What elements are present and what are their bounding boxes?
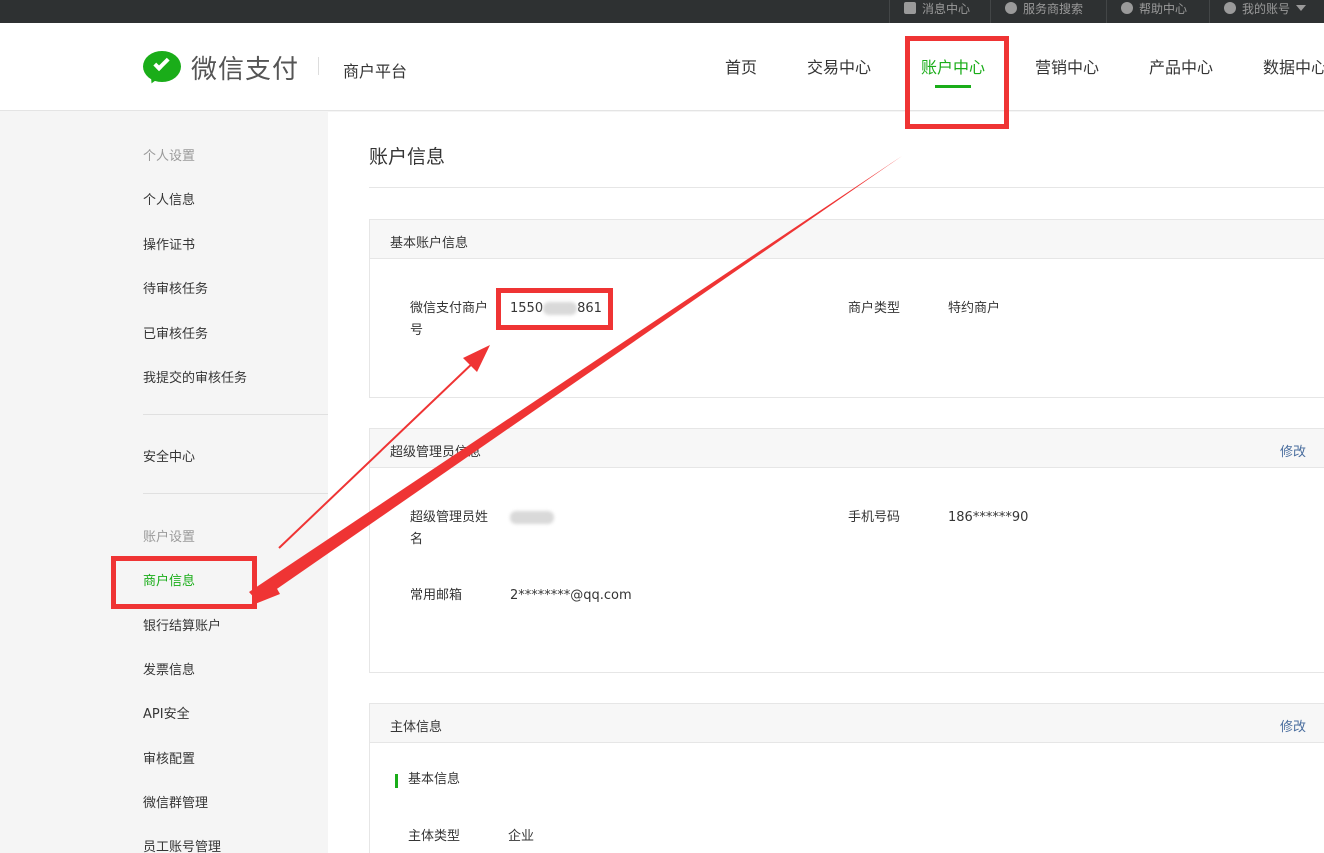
chevron-down-icon	[1296, 5, 1307, 11]
entity-type-label: 主体类型	[408, 829, 461, 844]
sidebar-divider	[143, 414, 328, 415]
entity-info-card: 主体信息 修改 基本信息 主体类型 企业	[369, 703, 1324, 853]
mail-icon	[904, 2, 916, 14]
card-header: 主体信息 修改	[370, 704, 1324, 743]
super-admin-card: 超级管理员信息 修改 超级管理员姓名 手机号码 186******90 常用邮箱…	[369, 428, 1324, 673]
sidebar-item-security[interactable]: 安全中心	[143, 446, 195, 465]
page-title: 账户信息	[369, 146, 446, 168]
merchant-id-label: 微信支付商户号	[410, 301, 489, 338]
message-center-link[interactable]: 消息中心	[889, 0, 984, 23]
wechat-pay-logo[interactable]: 微信支付	[143, 49, 299, 86]
nav-transactions[interactable]: 交易中心	[807, 54, 871, 78]
annotation-box-merchant-id	[496, 288, 613, 330]
phone-value: 186******90	[948, 510, 1029, 525]
sidebar-divider	[143, 493, 328, 494]
basic-info-subheader: 基本信息	[408, 772, 461, 787]
nav-data[interactable]: 数据中心	[1263, 54, 1324, 78]
message-center-label: 消息中心	[922, 1, 971, 16]
main-content: 账户信息 基本账户信息 微信支付商户号 1550 861 商户类型 特约商户 超级…	[328, 112, 1324, 853]
sidebar-item-pending-review[interactable]: 待审核任务	[143, 278, 208, 297]
nav-marketing[interactable]: 营销中心	[1035, 54, 1099, 78]
merchant-type-value: 特约商户	[948, 301, 1001, 316]
sidebar-item-wechat-groups[interactable]: 微信群管理	[143, 792, 208, 811]
wechat-pay-icon	[143, 50, 181, 85]
merchant-type-label: 商户类型	[848, 301, 901, 316]
entity-type-value: 企业	[508, 829, 535, 844]
card-header: 基本账户信息	[370, 220, 1324, 259]
top-utility-bar: 消息中心 服务商搜索 帮助中心 我的账号	[0, 0, 1324, 23]
logo-divider	[318, 57, 319, 75]
sidebar-item-api-security[interactable]: API安全	[143, 703, 190, 722]
provider-icon	[1005, 2, 1017, 14]
edit-entity-link[interactable]: 修改	[1280, 716, 1306, 735]
card-header: 超级管理员信息 修改	[370, 429, 1324, 468]
platform-name: 商户平台	[343, 62, 408, 81]
user-icon	[1224, 2, 1236, 14]
phone-label: 手机号码	[848, 510, 901, 525]
help-center-label: 帮助中心	[1139, 1, 1188, 16]
redacted-mask	[510, 511, 554, 524]
email-label: 常用邮箱	[410, 588, 463, 603]
help-center-link[interactable]: 帮助中心	[1106, 0, 1201, 23]
edit-admin-link[interactable]: 修改	[1280, 441, 1306, 460]
sidebar-item-certificate[interactable]: 操作证书	[143, 234, 195, 253]
sidebar-group-personal: 个人设置	[143, 149, 196, 164]
card-title: 主体信息	[390, 720, 443, 735]
admin-name-label: 超级管理员姓名	[410, 510, 489, 547]
sidebar-item-invoice[interactable]: 发票信息	[143, 659, 195, 678]
sidebar-group-account: 账户设置	[143, 530, 196, 545]
title-divider	[369, 187, 1324, 188]
admin-name-value	[510, 507, 554, 529]
nav-products[interactable]: 产品中心	[1149, 54, 1213, 78]
sidebar-item-reviewed[interactable]: 已审核任务	[143, 323, 208, 342]
annotation-box-merchant-info	[111, 556, 257, 609]
email-value: 2********@qq.com	[510, 588, 632, 603]
card-title: 超级管理员信息	[390, 445, 482, 460]
annotation-box-account-center	[905, 36, 1009, 129]
sidebar	[0, 112, 328, 853]
my-account-menu[interactable]: 我的账号	[1209, 0, 1320, 23]
sidebar-item-my-submitted[interactable]: 我提交的审核任务	[143, 367, 247, 386]
subheader-accent	[395, 774, 398, 788]
brand-name: 微信支付	[191, 55, 300, 85]
sidebar-item-bank-account[interactable]: 银行结算账户	[143, 615, 221, 634]
provider-search-link[interactable]: 服务商搜索	[990, 0, 1097, 23]
sidebar-item-personal-info[interactable]: 个人信息	[143, 189, 195, 208]
nav-home[interactable]: 首页	[725, 54, 757, 78]
my-account-label: 我的账号	[1242, 1, 1291, 16]
provider-search-label: 服务商搜索	[1023, 1, 1084, 16]
sidebar-item-staff-accounts[interactable]: 员工账号管理	[143, 836, 221, 853]
help-icon	[1121, 2, 1133, 14]
header: 微信支付 商户平台 首页 交易中心 账户中心 营销中心 产品中心 数据中心	[0, 23, 1324, 111]
card-title: 基本账户信息	[390, 236, 469, 251]
sidebar-item-review-config[interactable]: 审核配置	[143, 748, 195, 767]
